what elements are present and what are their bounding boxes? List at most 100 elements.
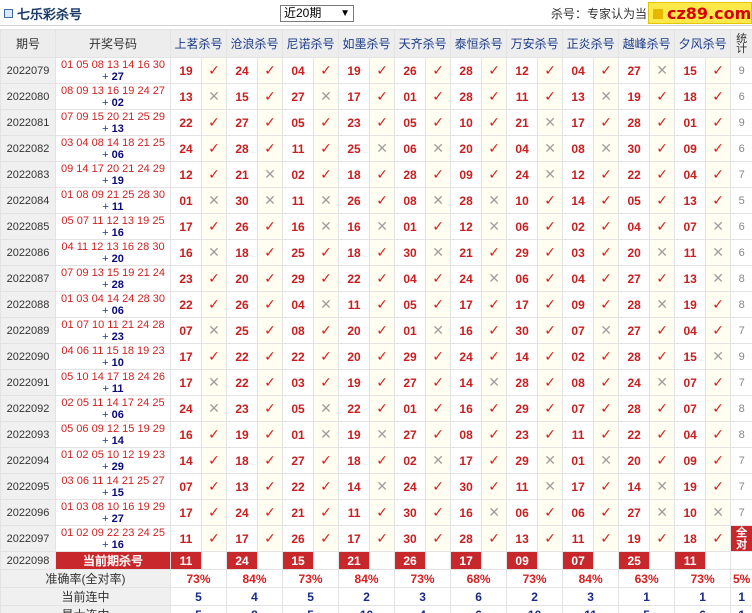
kill-number: 30 bbox=[394, 239, 427, 266]
cross-icon: ✕ bbox=[481, 499, 508, 526]
main-numbers: 07 09 13 15 19 21 24 bbox=[61, 266, 165, 279]
kill-number: 14 bbox=[338, 473, 371, 500]
special-number-value: 06 bbox=[111, 408, 124, 421]
cross-icon: ✕ bbox=[593, 317, 620, 344]
main-numbers: 01 08 09 21 25 28 30 bbox=[61, 188, 165, 201]
max-streak-row-value: 6 bbox=[450, 605, 508, 613]
accuracy-row-value: 73% bbox=[282, 569, 340, 588]
current-blank bbox=[593, 551, 620, 570]
kill-number: 27 bbox=[282, 83, 315, 110]
check-icon: ✓ bbox=[369, 525, 396, 552]
kill-number: 04 bbox=[506, 135, 539, 162]
period-select[interactable]: 近20期 ▼ bbox=[280, 5, 354, 22]
current-streak-row-value: 3 bbox=[394, 587, 452, 606]
kill-number: 26 bbox=[282, 525, 315, 552]
kill-number: 16 bbox=[282, 213, 315, 240]
cross-icon: ✕ bbox=[200, 369, 228, 396]
col-site[interactable]: 尼诺杀号 bbox=[282, 29, 340, 58]
table-row: 2022090 04 06 11 15 18 19 23 + 10 17 ✓ 22 ✓ 22 ✓… bbox=[0, 343, 752, 370]
check-icon: ✓ bbox=[257, 265, 284, 292]
kill-number: 15 bbox=[674, 343, 707, 370]
col-site[interactable]: 越峰杀号 bbox=[618, 29, 676, 58]
row-stat: 7 bbox=[730, 161, 752, 188]
issue-cell: 2022086 bbox=[0, 239, 56, 266]
draw-numbers: 04 06 11 15 18 19 23 + 10 bbox=[55, 343, 171, 370]
col-site[interactable]: 天齐杀号 bbox=[394, 29, 452, 58]
table-row: 2022086 04 11 12 13 16 28 30 + 20 16 ✕ 18 ✓ 25 ✓… bbox=[0, 239, 752, 266]
check-icon: ✓ bbox=[537, 421, 564, 448]
kill-number: 07 bbox=[674, 213, 707, 240]
kill-number: 27 bbox=[618, 57, 651, 84]
check-icon: ✓ bbox=[200, 447, 228, 474]
kill-number: 24 bbox=[170, 395, 202, 422]
col-site[interactable]: 如墨杀号 bbox=[338, 29, 396, 58]
check-icon: ✓ bbox=[425, 369, 452, 396]
cross-icon: ✕ bbox=[313, 187, 340, 214]
check-icon: ✓ bbox=[593, 161, 620, 188]
kill-number: 29 bbox=[506, 239, 539, 266]
check-icon: ✓ bbox=[481, 239, 508, 266]
kill-number: 22 bbox=[282, 343, 315, 370]
accuracy-row-value: 63% bbox=[618, 569, 676, 588]
draw-numbers: 07 09 13 15 19 21 24 + 28 bbox=[55, 265, 171, 292]
kill-number: 08 bbox=[282, 317, 315, 344]
issue-cell: 2022087 bbox=[0, 265, 56, 292]
col-site[interactable]: 万安杀号 bbox=[506, 29, 564, 58]
main-numbers: 04 06 11 15 18 19 23 bbox=[61, 344, 165, 357]
issue-cell: 2022085 bbox=[0, 213, 56, 240]
check-icon: ✓ bbox=[593, 109, 620, 136]
kill-number: 11 bbox=[170, 525, 202, 552]
col-site[interactable]: 泰恒杀号 bbox=[450, 29, 508, 58]
special-number-value: 23 bbox=[111, 330, 124, 343]
check-icon: ✓ bbox=[369, 239, 396, 266]
special-number-value: 14 bbox=[111, 434, 124, 447]
special-number-value: 27 bbox=[111, 512, 124, 525]
kill-number: 18 bbox=[338, 447, 371, 474]
check-icon: ✓ bbox=[649, 447, 676, 474]
max-streak-row-value: 5 bbox=[618, 605, 676, 613]
logo-text: cz89.com bbox=[667, 4, 752, 23]
special-number-value: 27 bbox=[111, 70, 124, 83]
kill-number: 04 bbox=[394, 265, 427, 292]
main-numbers: 07 09 15 20 21 25 29 bbox=[61, 110, 165, 123]
kill-number: 09 bbox=[562, 291, 595, 318]
kill-number: 28 bbox=[450, 525, 483, 552]
col-site[interactable]: 夕风杀号 bbox=[674, 29, 732, 58]
current-streak-row-value: 2 bbox=[338, 587, 396, 606]
kill-number: 22 bbox=[338, 395, 371, 422]
check-icon: ✓ bbox=[425, 265, 452, 292]
kill-number: 27 bbox=[394, 421, 427, 448]
check-icon: ✓ bbox=[649, 213, 676, 240]
row-stat: 9 bbox=[730, 109, 752, 136]
kill-number: 21 bbox=[282, 499, 315, 526]
title-area: 七乐彩杀号 bbox=[4, 4, 82, 22]
table-row: 2022081 07 09 15 20 21 25 29 + 13 22 ✓ 27 ✓ 05 ✓… bbox=[0, 109, 752, 136]
kill-number: 11 bbox=[338, 499, 371, 526]
kill-number: 20 bbox=[618, 447, 651, 474]
check-icon: ✓ bbox=[705, 447, 732, 474]
kill-number: 19 bbox=[226, 421, 259, 448]
check-icon: ✓ bbox=[481, 421, 508, 448]
check-icon: ✓ bbox=[369, 317, 396, 344]
check-icon: ✓ bbox=[200, 525, 228, 552]
site-logo[interactable]: cz89.com bbox=[648, 2, 752, 24]
kill-number: 22 bbox=[338, 265, 371, 292]
check-icon: ✓ bbox=[425, 395, 452, 422]
kill-number: 27 bbox=[618, 265, 651, 292]
kill-number: 10 bbox=[450, 109, 483, 136]
table-row: 2022084 01 08 09 21 25 28 30 + 11 01 ✕ 30 ✕ 11 ✕… bbox=[0, 187, 752, 214]
issue-cell: 2022084 bbox=[0, 187, 56, 214]
check-icon: ✓ bbox=[313, 499, 340, 526]
check-icon: ✓ bbox=[313, 135, 340, 162]
accuracy-row-value: 84% bbox=[226, 569, 284, 588]
check-icon: ✓ bbox=[257, 57, 284, 84]
kill-number: 04 bbox=[674, 421, 707, 448]
kill-number: 17 bbox=[338, 525, 371, 552]
col-site[interactable]: 沧浪杀号 bbox=[226, 29, 284, 58]
col-site[interactable]: 正炎杀号 bbox=[562, 29, 620, 58]
max-streak-row: 最大连中58510461011561 bbox=[0, 605, 752, 613]
kill-number: 23 bbox=[226, 395, 259, 422]
col-site[interactable]: 上茗杀号 bbox=[169, 29, 228, 58]
cross-icon: ✕ bbox=[481, 369, 508, 396]
table-row: 2022080 08 09 13 16 19 24 27 + 02 13 ✕ 15 ✓ 27 ✕… bbox=[0, 83, 752, 110]
